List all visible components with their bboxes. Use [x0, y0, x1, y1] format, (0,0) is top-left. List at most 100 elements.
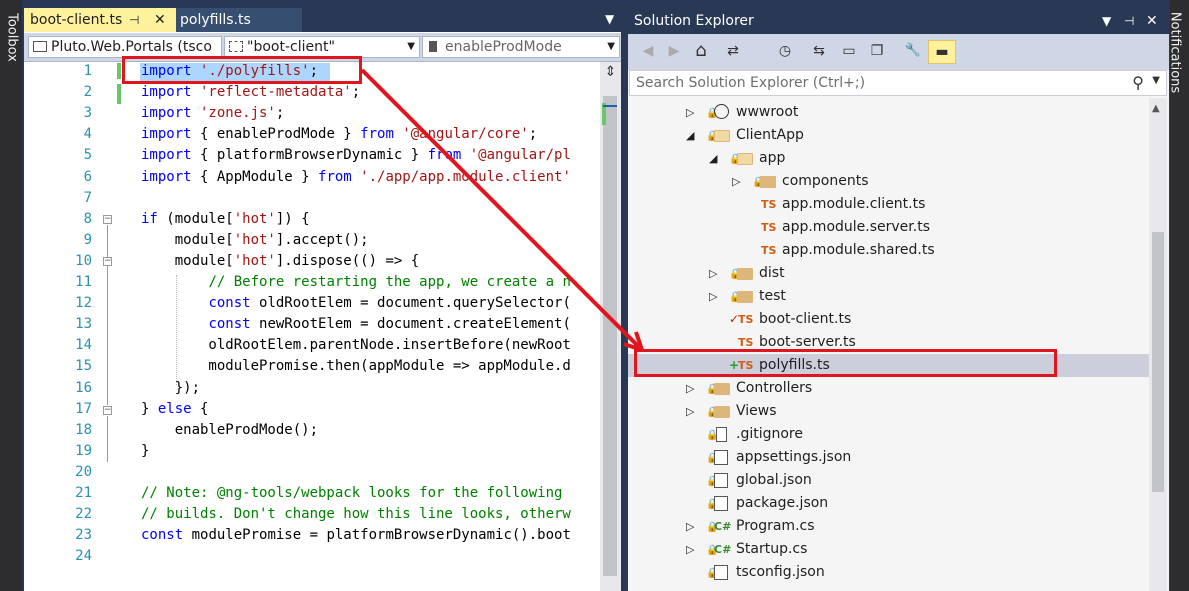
member-dropdown[interactable]: enableProdMode ▼	[422, 36, 620, 58]
globe-icon	[714, 104, 729, 119]
code-line[interactable]: }	[141, 443, 149, 459]
expand-arrow-icon[interactable]: ▷	[709, 285, 717, 308]
show-all-files-icon[interactable]: ❐	[866, 40, 888, 62]
tree-item--gitignore[interactable]: 🔒 .gitignore	[628, 423, 1149, 446]
code-token: 'reflect-metadata'	[191, 84, 352, 101]
panel-menu-icon[interactable]: ▼	[1102, 8, 1111, 34]
code-line[interactable]: module['hot'].accept();	[141, 232, 369, 248]
tree-item-clientapp[interactable]: ◢ 🔒 ClientApp	[628, 124, 1149, 147]
code-line[interactable]: import 'zone.js';	[141, 105, 284, 121]
tree-item-test[interactable]: ▷ 🔒 test	[628, 285, 1149, 308]
tree-item-components[interactable]: ▷ 🔒 components	[628, 170, 1149, 193]
collapse-arrow-icon[interactable]: ◢	[709, 147, 717, 170]
scope-dropdown[interactable]: "boot-client" ▼	[224, 36, 420, 58]
tree-item-app-module-shared-ts[interactable]: TS app.module.shared.ts	[628, 239, 1149, 262]
expand-arrow-icon[interactable]: ▷	[686, 400, 694, 423]
tree-item-boot-client-ts[interactable]: ✓ TS boot-client.ts	[628, 308, 1149, 331]
project-dropdown[interactable]: Pluto.Web.Portals (tsco	[28, 36, 222, 58]
preview-selected-icon[interactable]: ▬	[928, 40, 956, 64]
search-input[interactable]: Search Solution Explorer (Ctrl+;)	[636, 75, 865, 91]
back-icon[interactable]: ◀	[638, 40, 658, 62]
scroll-up-icon[interactable]: ▲	[1152, 103, 1160, 114]
editor-scroll-thumb[interactable]	[603, 96, 617, 576]
code-line[interactable]: const oldRootElem = document.querySelect…	[141, 295, 571, 312]
split-window-icon[interactable]: ⇕	[600, 62, 621, 82]
tree-item-app-module-server-ts[interactable]: TS app.module.server.ts	[628, 216, 1149, 239]
code-line[interactable]: enableProdMode();	[141, 422, 318, 438]
tree-item-dist[interactable]: ▷ 🔒 dist	[628, 262, 1149, 285]
code-line[interactable]: } else {	[141, 401, 208, 417]
fold-toggle-icon[interactable]: −	[103, 257, 112, 266]
expand-arrow-icon[interactable]: ▷	[709, 262, 717, 285]
tree-item-tsconfig-json[interactable]: 🔒 tsconfig.json	[628, 561, 1149, 584]
code-line[interactable]: const modulePromise = platformBrowserDyn…	[141, 527, 571, 543]
chevron-down-icon[interactable]: ▼	[1152, 75, 1160, 86]
tree-item-startup-cs[interactable]: ▷ 🔒 C# Startup.cs	[628, 538, 1149, 561]
pin-icon[interactable]: ⊣	[1124, 8, 1134, 34]
tree-item-package-json[interactable]: 🔒 package.json	[628, 492, 1149, 515]
code-line[interactable]: // Note: @ng-tools/webpack looks for the…	[141, 485, 562, 501]
code-line[interactable]: // builds. Don't change how this line lo…	[141, 506, 571, 522]
forward-icon[interactable]: ▶	[664, 40, 684, 62]
toolbox-label[interactable]: Toolbox	[5, 8, 20, 68]
expand-arrow-icon[interactable]: ▷	[686, 538, 694, 561]
expand-arrow-icon[interactable]: ▷	[686, 515, 694, 538]
tree-item-program-cs[interactable]: ▷ 🔒 C# Program.cs	[628, 515, 1149, 538]
tree-item-controllers[interactable]: ▷ 🔒 Controllers	[628, 377, 1149, 400]
tree-item-wwwroot[interactable]: ▷ 🔒 wwwroot	[628, 101, 1149, 124]
tree-item-app-module-client-ts[interactable]: TS app.module.client.ts	[628, 193, 1149, 216]
collapse-all-icon[interactable]: ▭	[838, 40, 860, 62]
code-token: ]) {	[275, 210, 310, 227]
code-line[interactable]: const newRootElem = document.createEleme…	[141, 316, 570, 332]
code-token: oldRootElem = document.querySelector(	[250, 295, 571, 312]
pin-icon[interactable]: ⊣	[129, 8, 139, 32]
toolbox-sidebar[interactable]	[0, 0, 22, 591]
tree-item-global-json[interactable]: 🔒 global.json	[628, 469, 1149, 492]
properties-icon[interactable]: 🔧	[902, 40, 924, 62]
code-line[interactable]: import { platformBrowserDynamic } from '…	[141, 147, 571, 163]
code-line[interactable]: import { enableProdMode } from '@angular…	[141, 126, 537, 142]
fold-toggle-icon[interactable]: −	[103, 215, 112, 224]
tree-item-label: wwwroot	[736, 104, 799, 120]
collapse-arrow-icon[interactable]: ◢	[686, 124, 694, 147]
fold-toggle-icon[interactable]: −	[103, 406, 112, 415]
tab-polyfills[interactable]: polyfills.ts	[176, 8, 302, 32]
tab-overflow-dropdown-icon[interactable]: ▼	[605, 12, 614, 26]
close-icon[interactable]: ✕	[1146, 8, 1158, 34]
text-file-icon	[716, 427, 727, 442]
code-token: import	[141, 126, 192, 143]
history-icon[interactable]: ◷	[770, 40, 800, 62]
line-number: 20	[75, 463, 92, 480]
tree-item-appsettings-json[interactable]: 🔒 appsettings.json	[628, 446, 1149, 469]
code-token: });	[141, 379, 201, 396]
notifications-label[interactable]: Notifications	[1168, 0, 1183, 108]
code-line[interactable]: if (module['hot']) {	[141, 211, 310, 227]
tree-item-app[interactable]: ◢ 🔒 app	[628, 147, 1149, 170]
tree-item-label: Views	[736, 403, 777, 419]
search-icon[interactable]: ⚲	[1132, 73, 1144, 92]
code-token: ;	[275, 105, 285, 122]
expand-arrow-icon[interactable]: ▷	[686, 377, 694, 400]
code-token: if	[141, 210, 158, 227]
solution-explorer-search[interactable]: Search Solution Explorer (Ctrl+;) ⚲ ▼	[629, 70, 1167, 96]
tab-boot-client[interactable]: boot-client.ts ⊣ ✕	[24, 8, 176, 32]
code-line[interactable]: modulePromise.then(appModule => appModul…	[141, 358, 570, 374]
expand-arrow-icon[interactable]: ▷	[732, 170, 740, 193]
code-line[interactable]: oldRootElem.parentNode.insertBefore(newR…	[141, 337, 570, 353]
tree-item-views[interactable]: ▷ 🔒 Views	[628, 400, 1149, 423]
code-token: // Note: @ng-tools/webpack looks for the…	[141, 485, 563, 501]
code-line[interactable]: import { AppModule } from './app/app.mod…	[141, 169, 571, 185]
code-line[interactable]: // Before restarting the app, we create …	[141, 274, 570, 290]
tree-scroll-thumb[interactable]	[1152, 232, 1164, 492]
close-icon[interactable]: ✕	[154, 8, 166, 32]
home-icon[interactable]: ⌂	[690, 40, 712, 62]
switch-views-icon[interactable]: ⇆	[808, 40, 830, 62]
sync-icon[interactable]: ⇄	[718, 40, 748, 62]
tree-item-label: dist	[759, 265, 785, 281]
code-line[interactable]: module['hot'].dispose(() => {	[141, 253, 419, 269]
expand-arrow-icon[interactable]: ▷	[686, 101, 694, 124]
code-line[interactable]: });	[141, 380, 200, 396]
code-line[interactable]: import 'reflect-metadata';	[141, 84, 360, 100]
scope-dropdown-value: "boot-client"	[247, 39, 335, 55]
